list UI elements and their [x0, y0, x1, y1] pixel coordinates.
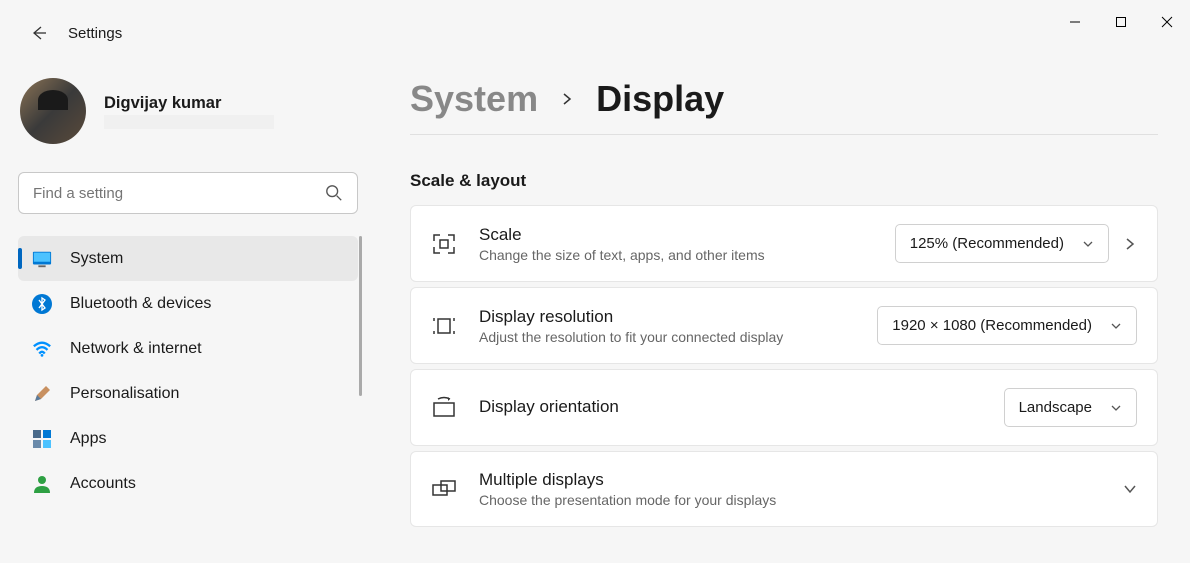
chevron-right-icon[interactable] — [1123, 237, 1137, 251]
sidebar-item-bluetooth[interactable]: Bluetooth & devices — [18, 281, 358, 326]
search-icon — [325, 184, 343, 202]
card-orientation[interactable]: Display orientation Landscape — [410, 369, 1158, 446]
minimize-button[interactable] — [1052, 6, 1098, 38]
app-title: Settings — [68, 25, 122, 42]
sidebar-item-personalisation[interactable]: Personalisation — [18, 371, 358, 416]
close-button[interactable] — [1144, 6, 1190, 38]
avatar — [20, 78, 86, 144]
card-title: Scale — [479, 225, 873, 245]
sidebar-item-system[interactable]: System — [18, 236, 358, 281]
dropdown-value: 1920 × 1080 (Recommended) — [892, 317, 1092, 334]
search-input[interactable] — [33, 185, 325, 202]
breadcrumb-parent[interactable]: System — [410, 78, 538, 120]
breadcrumb-current: Display — [596, 78, 724, 120]
back-button[interactable] — [28, 23, 48, 43]
nav-list: System Bluetooth & devices Network & int… — [18, 236, 358, 506]
sidebar-item-label: System — [70, 250, 123, 268]
card-subtitle: Choose the presentation mode for your di… — [479, 492, 1101, 508]
profile-name: Digvijay kumar — [104, 94, 274, 113]
orientation-dropdown[interactable]: Landscape — [1004, 388, 1137, 427]
breadcrumb: System Display — [410, 78, 1158, 135]
sidebar-item-label: Apps — [70, 430, 106, 448]
sidebar-item-label: Network & internet — [70, 340, 202, 358]
card-title: Display resolution — [479, 307, 855, 327]
sidebar: Digvijay kumar System Bl — [0, 78, 370, 527]
chevron-down-icon — [1110, 402, 1122, 414]
sidebar-item-label: Personalisation — [70, 385, 179, 403]
dropdown-value: 125% (Recommended) — [910, 235, 1064, 252]
window-controls — [1052, 0, 1190, 44]
profile-email-redacted — [104, 115, 274, 129]
sidebar-item-accounts[interactable]: Accounts — [18, 461, 358, 506]
search-box[interactable] — [18, 172, 358, 214]
sidebar-item-label: Accounts — [70, 475, 136, 493]
section-title: Scale & layout — [410, 171, 1158, 191]
sidebar-item-network[interactable]: Network & internet — [18, 326, 358, 371]
sidebar-scrollbar[interactable] — [359, 236, 362, 396]
chevron-down-icon[interactable] — [1123, 482, 1137, 496]
dropdown-value: Landscape — [1019, 399, 1092, 416]
card-scale[interactable]: Scale Change the size of text, apps, and… — [410, 205, 1158, 282]
person-icon — [32, 474, 52, 494]
maximize-button[interactable] — [1098, 6, 1144, 38]
card-multiple-displays[interactable]: Multiple displays Choose the presentatio… — [410, 451, 1158, 527]
chevron-down-icon — [1082, 238, 1094, 250]
bluetooth-icon — [32, 294, 52, 314]
resolution-icon — [431, 313, 457, 339]
card-subtitle: Change the size of text, apps, and other… — [479, 247, 873, 263]
card-title: Display orientation — [479, 397, 982, 417]
card-subtitle: Adjust the resolution to fit your connec… — [479, 329, 855, 345]
profile-card[interactable]: Digvijay kumar — [18, 78, 358, 172]
multiple-displays-icon — [431, 476, 457, 502]
card-title: Multiple displays — [479, 470, 1101, 490]
sidebar-item-label: Bluetooth & devices — [70, 295, 211, 313]
apps-icon — [32, 429, 52, 449]
sidebar-item-apps[interactable]: Apps — [18, 416, 358, 461]
system-icon — [32, 249, 52, 269]
app-header: Settings — [0, 0, 1190, 48]
main-content: System Display Scale & layout Scale Chan… — [370, 78, 1190, 527]
scale-icon — [431, 231, 457, 257]
chevron-right-icon — [560, 86, 574, 112]
chevron-down-icon — [1110, 320, 1122, 332]
orientation-icon — [431, 395, 457, 421]
card-resolution[interactable]: Display resolution Adjust the resolution… — [410, 287, 1158, 364]
wifi-icon — [32, 339, 52, 359]
scale-dropdown[interactable]: 125% (Recommended) — [895, 224, 1109, 263]
resolution-dropdown[interactable]: 1920 × 1080 (Recommended) — [877, 306, 1137, 345]
paintbrush-icon — [32, 384, 52, 404]
